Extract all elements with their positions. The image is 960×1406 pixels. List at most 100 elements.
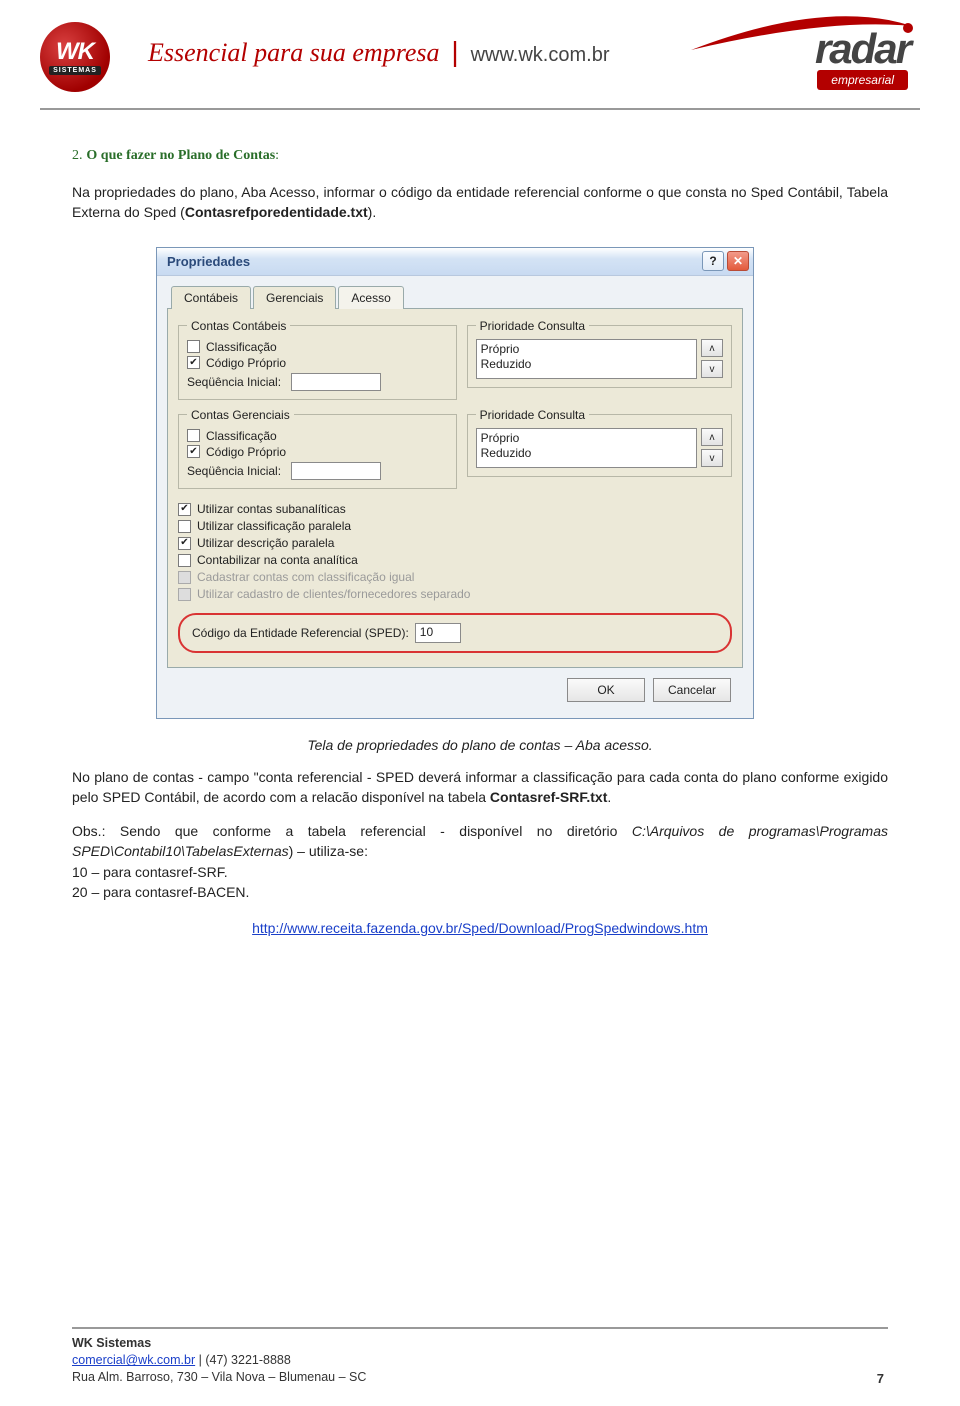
dialog-titlebar: Propriedades ? ✕ [157, 248, 753, 276]
label-opt-5: Utilizar cadastro de clientes/fornecedor… [197, 587, 470, 601]
section-heading: 2. O que fazer no Plano de Contas: [72, 146, 888, 164]
group-prioridade-1: Prioridade Consulta Próprio Reduzido ʌ v [467, 319, 732, 388]
checkbox-cg-classificacao[interactable] [187, 429, 200, 442]
sped-highlight: Código da Entidade Referencial (SPED): 1… [178, 613, 732, 653]
figure-caption: Tela de propriedades do plano de contas … [72, 737, 888, 753]
list-item[interactable]: Próprio [481, 431, 692, 447]
move-down-button[interactable]: v [701, 360, 723, 378]
close-button[interactable]: ✕ [727, 251, 749, 271]
obs-b: ) – utiliza-se: [289, 843, 368, 859]
obs-a: Obs.: Sendo que conforme a tabela refere… [72, 823, 632, 839]
tab-contabeis[interactable]: Contábeis [171, 286, 251, 309]
list-item[interactable]: Reduzido [481, 446, 692, 462]
label-cc-codigo: Código Próprio [206, 356, 286, 370]
sped-label: Código da Entidade Referencial (SPED): [192, 626, 409, 640]
label-opt-3: Contabilizar na conta analítica [197, 553, 358, 567]
intro-paragraph: Na propriedades do plano, Aba Acesso, in… [72, 182, 888, 223]
footer-divider [72, 1327, 888, 1329]
dialog-window: Propriedades ? ✕ Contábeis Gerenciais Ac… [156, 247, 754, 719]
section-number: 2. [72, 148, 83, 163]
download-link[interactable]: http://www.receita.fazenda.gov.br/Sped/D… [252, 920, 708, 936]
label-opt-0: Utilizar contas subanalíticas [197, 502, 346, 516]
content: 2. O que fazer no Plano de Contas: Na pr… [0, 110, 960, 936]
label-opt-4: Cadastrar contas com classificação igual [197, 570, 414, 584]
help-button[interactable]: ? [702, 251, 724, 271]
radar-logo: radar empresarial [660, 22, 920, 90]
label-cg-codigo: Código Próprio [206, 445, 286, 459]
tab-acesso[interactable]: Acesso [338, 286, 403, 309]
wk-logo-text: WK [56, 40, 94, 64]
intro-bold: Contasrefporedentidade.txt [185, 204, 368, 220]
obs-line-1: 10 – para contasref-SRF. [72, 864, 228, 880]
dialog-body: Contábeis Gerenciais Acesso Contas Contá… [157, 276, 753, 718]
group-contas-contabeis: Contas Contábeis Classificação Código Pr… [178, 319, 457, 400]
list-item[interactable]: Reduzido [481, 357, 692, 373]
page-footer: WK Sistemas comercial@wk.com.br | (47) 3… [72, 1327, 888, 1386]
link-paragraph: http://www.receita.fazenda.gov.br/Sped/D… [72, 920, 888, 936]
sped-input[interactable]: 10 [415, 623, 461, 643]
legend-prioridade-1: Prioridade Consulta [476, 319, 589, 333]
checkbox-opt-3[interactable] [178, 554, 191, 567]
checkbox-opt-4 [178, 571, 191, 584]
checkbox-cg-codigo[interactable] [187, 445, 200, 458]
ok-button[interactable]: OK [567, 678, 645, 702]
site-url: www.wk.com.br [471, 44, 610, 66]
cancel-button[interactable]: Cancelar [653, 678, 731, 702]
para2-a: No plano de contas - campo "conta refere… [72, 769, 888, 805]
tagline-text: Essencial para sua empresa [148, 38, 440, 67]
wk-logo-sub: SISTEMAS [49, 66, 101, 75]
obs-line-2: 20 – para contasref-BACEN. [72, 884, 249, 900]
label-cg-seq: Seqüência Inicial: [187, 464, 281, 478]
checkbox-opt-2[interactable] [178, 537, 191, 550]
checkbox-opt-0[interactable] [178, 503, 191, 516]
wk-logo: WK SISTEMAS [40, 22, 130, 92]
listbox-prioridade-2[interactable]: Próprio Reduzido [476, 428, 697, 468]
move-up-button[interactable]: ʌ [701, 339, 723, 357]
tagline-wrap: Essencial para sua empresa | www.wk.com.… [148, 22, 642, 68]
paragraph-2: No plano de contas - campo "conta refere… [72, 767, 888, 808]
wk-logo-circle: WK SISTEMAS [40, 22, 110, 92]
tab-row: Contábeis Gerenciais Acesso [167, 286, 743, 309]
input-cg-seq[interactable] [291, 462, 381, 480]
list-item[interactable]: Próprio [481, 342, 692, 358]
tab-gerenciais[interactable]: Gerenciais [253, 286, 336, 309]
label-opt-2: Utilizar descrição paralela [197, 536, 334, 550]
section-colon: : [275, 148, 279, 163]
footer-left: WK Sistemas comercial@wk.com.br | (47) 3… [72, 1335, 366, 1386]
intro-end: ). [368, 204, 377, 220]
legend-contas-gerenciais: Contas Gerenciais [187, 408, 294, 422]
checkbox-opt-1[interactable] [178, 520, 191, 533]
radar-sub: empresarial [817, 70, 908, 90]
para2-b: Contasref-SRF.txt [490, 789, 607, 805]
obs-paragraph: Obs.: Sendo que conforme a tabela refere… [72, 821, 888, 902]
legend-contas-contabeis: Contas Contábeis [187, 319, 290, 333]
group-contas-gerenciais: Contas Gerenciais Classificação Código P… [178, 408, 457, 489]
page-number: 7 [877, 1371, 888, 1386]
footer-address: Rua Alm. Barroso, 730 – Vila Nova – Blum… [72, 1369, 366, 1386]
checkbox-cc-classificacao[interactable] [187, 340, 200, 353]
label-opt-1: Utilizar classificação paralela [197, 519, 351, 533]
dialog-screenshot: Propriedades ? ✕ Contábeis Gerenciais Ac… [156, 247, 754, 719]
input-cc-seq[interactable] [291, 373, 381, 391]
label-cc-seq: Seqüência Inicial: [187, 375, 281, 389]
tab-panel-acesso: Contas Contábeis Classificação Código Pr… [167, 308, 743, 668]
section-title: O que fazer no Plano de Contas [86, 148, 275, 163]
checkbox-opt-5 [178, 588, 191, 601]
page-header: WK SISTEMAS Essencial para sua empresa |… [0, 0, 960, 102]
move-up-button[interactable]: ʌ [701, 428, 723, 446]
radar-swoosh-icon [686, 16, 916, 56]
group-prioridade-2: Prioridade Consulta Próprio Reduzido ʌ v [467, 408, 732, 477]
dialog-footer: OK Cancelar [167, 668, 743, 706]
label-cg-classificacao: Classificação [206, 429, 277, 443]
checkbox-cc-codigo[interactable] [187, 356, 200, 369]
options-list: Utilizar contas subanalíticas Utilizar c… [178, 501, 732, 603]
move-down-button[interactable]: v [701, 449, 723, 467]
label-cc-classificacao: Classificação [206, 340, 277, 354]
listbox-prioridade-1[interactable]: Próprio Reduzido [476, 339, 697, 379]
legend-prioridade-2: Prioridade Consulta [476, 408, 589, 422]
tagline-divider: | [451, 36, 458, 68]
footer-phone: | (47) 3221-8888 [195, 1353, 291, 1367]
dialog-title: Propriedades [167, 254, 699, 269]
para2-c: . [607, 789, 611, 805]
footer-email[interactable]: comercial@wk.com.br [72, 1353, 195, 1367]
